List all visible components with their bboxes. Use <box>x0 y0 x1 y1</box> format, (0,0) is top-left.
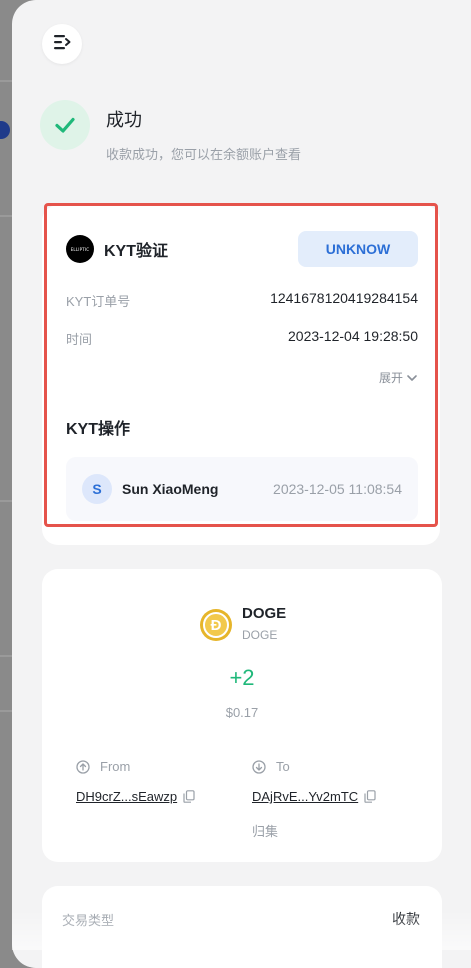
transaction-amount-usd: $0.17 <box>225 705 259 720</box>
status-section: 成功 收款成功，您可以在余额账户查看 <box>40 100 301 163</box>
kyt-card: ELLIPTIC KYT验证 UNKNOW KYT订单号 12416781204… <box>42 205 440 545</box>
operation-time: 2023-12-05 11:08:54 <box>273 481 402 497</box>
chevron-down-icon <box>406 372 418 384</box>
copy-icon[interactable] <box>183 790 195 803</box>
from-address[interactable]: DH9crZ...sEawzp <box>76 789 177 804</box>
check-icon <box>40 100 90 150</box>
arrow-up-circle-icon <box>76 759 95 774</box>
arrow-down-circle-icon <box>252 759 271 774</box>
expand-label: 展开 <box>378 371 403 385</box>
transaction-card: Ð DOGE DOGE +2 $0.17 From DH9crZ...sEawz… <box>42 569 442 862</box>
to-address-link[interactable]: DAjRvE...Yv2mTC <box>252 789 376 804</box>
to-label: To <box>252 759 290 774</box>
details-card: 交易类型 收款 <box>42 886 442 968</box>
kyt-operations-title: KYT操作 <box>66 421 131 438</box>
kyt-order-value: 1241678120419284154 <box>270 290 418 306</box>
expand-toggle[interactable]: 展开 <box>379 369 418 386</box>
copy-icon[interactable] <box>364 790 376 803</box>
kyt-time-label: 时间 <box>66 332 93 347</box>
to-address[interactable]: DAjRvE...Yv2mTC <box>252 789 358 804</box>
from-label: From <box>76 759 130 774</box>
kyt-order-label: KYT订单号 <box>66 294 131 309</box>
operator-name: Sun XiaoMeng <box>122 481 219 497</box>
kyt-time-value: 2023-12-04 19:28:50 <box>288 328 418 344</box>
status-subtitle: 收款成功，您可以在余额账户查看 <box>106 147 302 162</box>
transaction-type-label: 交易类型 <box>62 913 115 928</box>
kyt-status-button[interactable]: UNKNOW <box>298 231 418 267</box>
from-address-link[interactable]: DH9crZ...sEawzp <box>76 789 195 804</box>
menu-collapse-icon <box>53 34 71 55</box>
elliptic-logo: ELLIPTIC <box>66 235 94 263</box>
menu-collapse-button[interactable] <box>42 24 82 64</box>
transaction-detail-drawer: 成功 收款成功，您可以在余额账户查看 ELLIPTIC KYT验证 UNKNOW… <box>12 0 471 968</box>
coin-network: DOGE <box>242 628 278 642</box>
doge-coin-icon: Ð <box>200 609 232 641</box>
status-title: 成功 <box>106 110 142 130</box>
coin-symbol: DOGE <box>242 605 287 622</box>
to-address-tag: 归集 <box>252 824 279 839</box>
kyt-title: KYT验证 <box>104 243 169 260</box>
transaction-type-value: 收款 <box>392 911 420 927</box>
transaction-amount: +2 <box>229 665 255 690</box>
avatar: S <box>82 474 112 504</box>
kyt-operation-row: S Sun XiaoMeng 2023-12-05 11:08:54 <box>66 457 418 521</box>
